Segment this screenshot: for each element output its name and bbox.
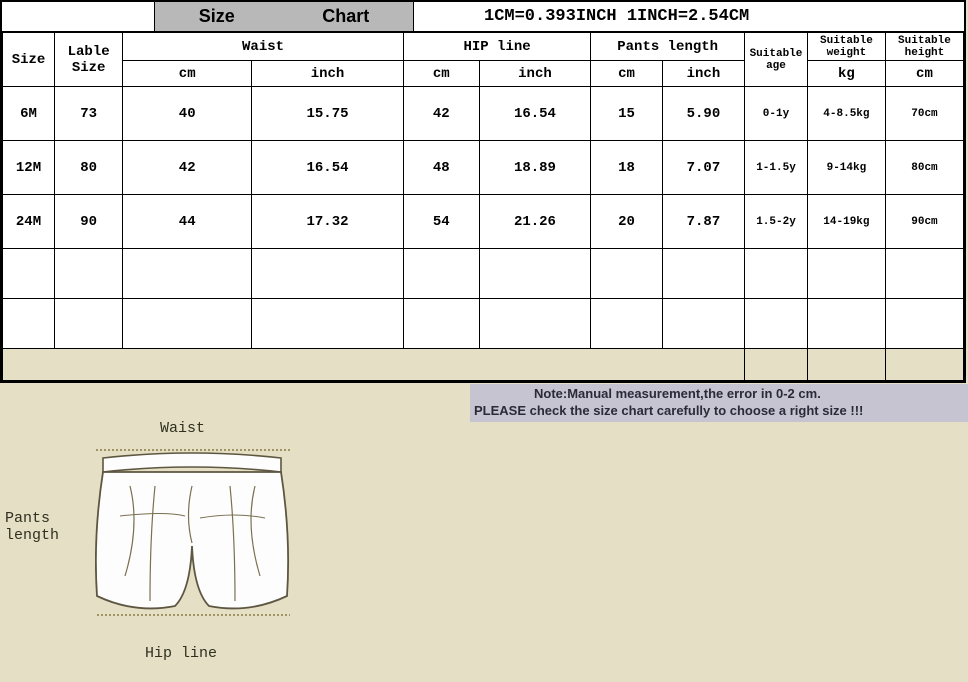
table-row-empty bbox=[3, 249, 964, 299]
cell-hip-in: 18.89 bbox=[479, 141, 591, 195]
cell-age: 1-1.5y bbox=[745, 141, 808, 195]
cell-pants-in: 7.07 bbox=[662, 141, 744, 195]
col-height: Suitable height bbox=[885, 33, 963, 61]
note-line-1: Note:Manual measurement,the error in 0-2… bbox=[474, 386, 966, 403]
cell-waist-cm: 42 bbox=[123, 141, 252, 195]
cell-size: 24M bbox=[3, 195, 55, 249]
table-row: 6M 73 40 15.75 42 16.54 15 5.90 0-1y 4-8… bbox=[3, 87, 964, 141]
cell-age: 0-1y bbox=[745, 87, 808, 141]
note-line-2: PLEASE check the size chart carefully to… bbox=[474, 403, 966, 420]
col-weight: Suitable weight bbox=[807, 33, 885, 61]
table-row: 12M 80 42 16.54 48 18.89 18 7.07 1-1.5y … bbox=[3, 141, 964, 195]
note-block: Note:Manual measurement,the error in 0-2… bbox=[470, 384, 968, 422]
col-weight-unit: kg bbox=[807, 61, 885, 87]
col-pants-cm: cm bbox=[591, 61, 663, 87]
cell-waist-cm: 40 bbox=[123, 87, 252, 141]
cell-pants-cm: 20 bbox=[591, 195, 663, 249]
cell-height: 80cm bbox=[885, 141, 963, 195]
cell-label: 73 bbox=[55, 87, 123, 141]
diagram-label-pants-length: Pants length bbox=[5, 510, 59, 544]
cell-pants-in: 5.90 bbox=[662, 87, 744, 141]
cell-pants-cm: 18 bbox=[591, 141, 663, 195]
cell-hip-cm: 42 bbox=[403, 87, 479, 141]
shorts-icon bbox=[95, 446, 290, 626]
cell-size: 12M bbox=[3, 141, 55, 195]
table-row-empty bbox=[3, 299, 964, 349]
col-waist-cm: cm bbox=[123, 61, 252, 87]
measurement-diagram: Waist Pants length Hip line bbox=[5, 410, 345, 670]
table-row: 24M 90 44 17.32 54 21.26 20 7.87 1.5-2y … bbox=[3, 195, 964, 249]
size-chart-title: Size Chart bbox=[155, 2, 414, 31]
cell-waist-in: 15.75 bbox=[252, 87, 404, 141]
header-row: Size Chart 1CM=0.393INCH 1INCH=2.54CM bbox=[2, 2, 964, 32]
cell-weight: 9-14kg bbox=[807, 141, 885, 195]
cell-waist-cm: 44 bbox=[123, 195, 252, 249]
cell-pants-cm: 15 bbox=[591, 87, 663, 141]
cell-height: 70cm bbox=[885, 87, 963, 141]
col-pants-inch: inch bbox=[662, 61, 744, 87]
col-waist-inch: inch bbox=[252, 61, 404, 87]
cell-height: 90cm bbox=[885, 195, 963, 249]
col-hip: HIP line bbox=[403, 33, 590, 61]
cell-waist-in: 17.32 bbox=[252, 195, 404, 249]
cell-pants-in: 7.87 bbox=[662, 195, 744, 249]
col-waist: Waist bbox=[123, 33, 404, 61]
col-age: Suitable age bbox=[745, 33, 808, 87]
col-size: Size bbox=[3, 33, 55, 87]
title-word-chart: Chart bbox=[322, 6, 369, 27]
cell-waist-in: 16.54 bbox=[252, 141, 404, 195]
cell-hip-cm: 54 bbox=[403, 195, 479, 249]
header-spacer bbox=[2, 2, 155, 31]
conversion-text: 1CM=0.393INCH 1INCH=2.54CM bbox=[414, 2, 964, 31]
size-table: Size Lable Size Waist HIP line Pants len… bbox=[2, 32, 964, 381]
cell-weight: 4-8.5kg bbox=[807, 87, 885, 141]
table-row-footer bbox=[3, 349, 964, 381]
col-height-unit: cm bbox=[885, 61, 963, 87]
cell-hip-in: 21.26 bbox=[479, 195, 591, 249]
col-hip-cm: cm bbox=[403, 61, 479, 87]
cell-label: 80 bbox=[55, 141, 123, 195]
cell-size: 6M bbox=[3, 87, 55, 141]
diagram-label-hip-line: Hip line bbox=[145, 645, 217, 662]
cell-hip-in: 16.54 bbox=[479, 87, 591, 141]
cell-weight: 14-19kg bbox=[807, 195, 885, 249]
col-hip-inch: inch bbox=[479, 61, 591, 87]
diagram-label-waist: Waist bbox=[160, 420, 205, 437]
col-label-size: Lable Size bbox=[55, 33, 123, 87]
size-chart-page: Size Chart 1CM=0.393INCH 1INCH=2.54CM Si… bbox=[0, 0, 966, 383]
cell-label: 90 bbox=[55, 195, 123, 249]
cell-age: 1.5-2y bbox=[745, 195, 808, 249]
cell-hip-cm: 48 bbox=[403, 141, 479, 195]
col-pants-length: Pants length bbox=[591, 33, 745, 61]
title-word-size: Size bbox=[199, 6, 235, 27]
